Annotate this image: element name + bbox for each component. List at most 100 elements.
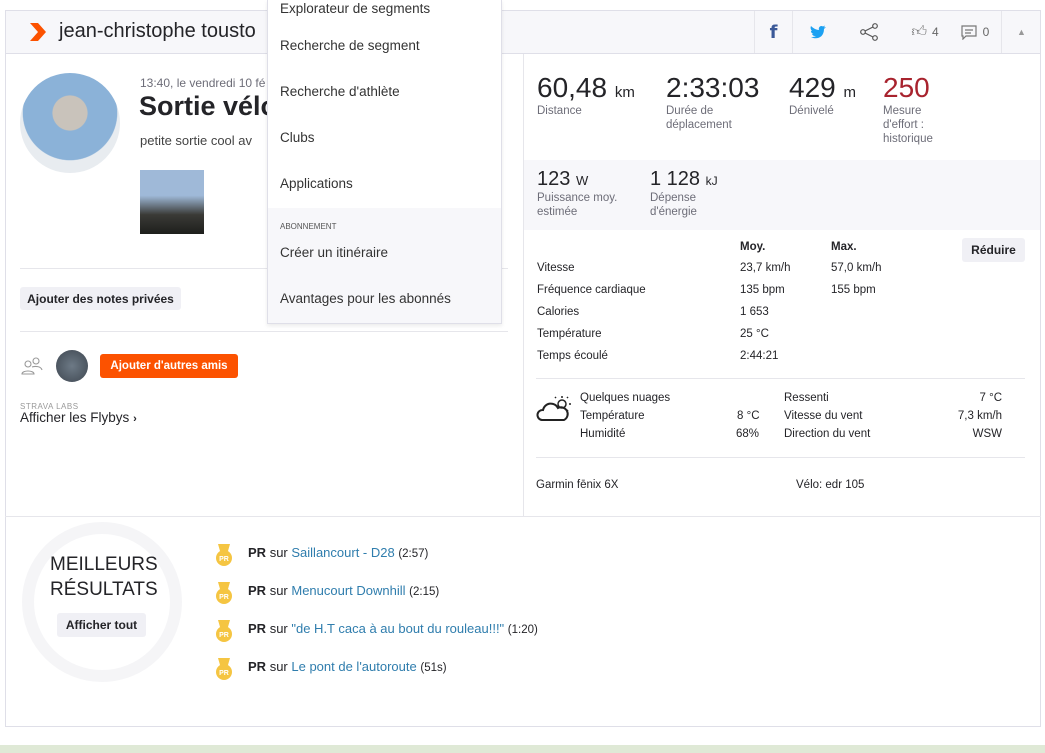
bike-name[interactable]: Vélo: edr 105 — [796, 479, 864, 491]
stat-row-avg: 135 bpm — [740, 284, 785, 296]
pr-time: (2:57) — [398, 548, 429, 560]
pr-time: (51s) — [420, 662, 447, 674]
feels-like: 7 °C — [979, 392, 1003, 404]
avg-header: Moy. — [740, 241, 766, 253]
pr-sur: sur — [269, 583, 288, 598]
stat-distance: 60,48 km Distance — [537, 72, 635, 117]
pr-label: PR — [248, 659, 267, 674]
add-friends-button[interactable]: Ajouter d'autres amis — [100, 354, 238, 378]
collapse-button[interactable]: ▲ — [1001, 11, 1041, 53]
caret-up-icon: ▲ — [1017, 27, 1026, 37]
chevron-right-icon: › — [133, 413, 137, 425]
pr-medal-icon: PR — [216, 582, 232, 604]
athlete-avatar[interactable] — [20, 73, 120, 173]
laurel-wreath — [22, 522, 182, 682]
device-name: Garmin fēnix 6X — [536, 479, 619, 491]
activity-photo[interactable] — [140, 170, 204, 234]
menu-item-segment-search[interactable]: Recherche de segment — [280, 38, 420, 54]
facebook-share-button[interactable]: f — [754, 11, 792, 53]
best-results-title: RÉSULTATS — [50, 579, 158, 600]
pr-label: PR — [248, 545, 267, 560]
show-all-button[interactable]: Afficher tout — [57, 613, 146, 637]
divider — [536, 457, 1025, 458]
twitter-icon — [810, 25, 826, 38]
max-header: Max. — [831, 241, 857, 253]
stat-elevation: 429 m Dénivelé — [789, 72, 856, 117]
wind-direction: WSW — [972, 428, 1002, 440]
segment-link[interactable]: "de H.T caca à au bout du rouleau!!!" — [291, 621, 504, 636]
segment-link[interactable]: Le pont de l'autoroute — [291, 659, 416, 674]
menu-item-athlete-search[interactable]: Recherche d'athlète — [280, 84, 400, 100]
friend-avatar[interactable] — [56, 350, 88, 382]
menu-item-applications[interactable]: Applications — [280, 176, 353, 192]
group-icon — [21, 357, 43, 375]
pr-medal-icon: PR — [216, 544, 232, 566]
comment-icon — [961, 24, 977, 40]
stat-row-label: Température — [537, 328, 602, 340]
kudos-count: 4 — [932, 25, 939, 39]
facebook-icon: f — [769, 21, 778, 43]
weather-temp-label: Température — [580, 410, 645, 422]
activity-title: Sortie vélo — [139, 91, 278, 121]
menu-item-subscriber-benefits[interactable]: Avantages pour les abonnés — [280, 291, 451, 307]
feels-like-label: Ressenti — [784, 392, 829, 404]
activity-header: jean-christophe tousto f 👍︎ 4 0 ▲ — [5, 10, 1041, 54]
menu-item-create-route[interactable]: Créer un itinéraire — [280, 245, 388, 261]
svg-text:PR: PR — [219, 632, 229, 639]
kudos-button[interactable]: 👍︎ 4 — [904, 11, 946, 53]
weather-humidity: 68% — [736, 428, 760, 440]
svg-text:PR: PR — [219, 670, 229, 677]
reduce-button[interactable]: Réduire — [962, 238, 1025, 262]
svg-text:PR: PR — [219, 556, 229, 563]
stat-row-label: Fréquence cardiaque — [537, 284, 646, 296]
pr-time: (2:15) — [409, 586, 440, 598]
share-button[interactable] — [844, 11, 894, 53]
stat-row-avg: 25 °C — [740, 328, 769, 340]
flybys-link[interactable]: Afficher les Flybys › — [20, 410, 137, 425]
activity-datetime: 13:40, le vendredi 10 fé — [140, 76, 266, 90]
stat-row-avg: 23,7 km/h — [740, 262, 791, 274]
stat-power: 123 W Puissance moy. estimée — [537, 168, 618, 218]
divider — [5, 516, 1041, 517]
divider — [536, 378, 1025, 379]
stat-row-label: Vitesse — [537, 262, 575, 274]
thumbs-up-icon: 👍︎ — [911, 23, 927, 40]
subscription-section: ABONNEMENT Créer un itinéraire Avantages… — [268, 208, 501, 323]
route-map[interactable] — [0, 745, 1045, 753]
menu-item-clubs[interactable]: Clubs — [280, 130, 315, 146]
svg-text:PR: PR — [219, 594, 229, 601]
wind-speed-label: Vitesse du vent — [784, 410, 863, 422]
wind-direction-label: Direction du vent — [784, 428, 871, 440]
share-icon — [860, 23, 878, 41]
twitter-share-button[interactable] — [792, 11, 844, 53]
pr-medal-icon: PR — [216, 620, 232, 642]
weather-temp: 8 °C — [737, 410, 760, 422]
athlete-name[interactable]: jean-christophe tousto — [59, 20, 256, 43]
pr-label: PR — [248, 583, 267, 598]
stat-moving-time: 2:33:03 Durée de déplacement — [666, 72, 760, 131]
menu-item-segment-explorer[interactable]: Explorateur de segments — [280, 1, 430, 17]
activity-description: petite sortie cool av — [140, 133, 253, 148]
subscription-label: ABONNEMENT — [280, 222, 337, 231]
pr-time: (1:20) — [507, 624, 538, 636]
stat-relative-effort[interactable]: 250 Mesure d'effort : historique — [883, 72, 953, 146]
pr-medal-icon: PR — [216, 658, 232, 680]
comments-button[interactable]: 0 — [954, 11, 996, 53]
weather-condition: Quelques nuages — [580, 392, 671, 404]
divider — [20, 331, 508, 332]
best-results-title: MEILLEURS — [50, 554, 158, 575]
segment-link[interactable]: Saillancourt - D28 — [291, 545, 394, 560]
pr-sur: sur — [269, 621, 288, 636]
wind-speed: 7,3 km/h — [957, 410, 1002, 422]
explore-dropdown-menu: Explorateur de segments Recherche de seg… — [267, 0, 502, 324]
pr-sur: sur — [269, 659, 288, 674]
stat-row-avg: 2:44:21 — [740, 350, 779, 362]
stat-row-label: Calories — [537, 306, 580, 318]
comment-count: 0 — [982, 25, 990, 39]
weather-humidity-label: Humidité — [580, 428, 626, 440]
segment-link[interactable]: Menucourt Downhill — [291, 583, 405, 598]
activity-type-icon — [30, 23, 46, 41]
add-private-notes-button[interactable]: Ajouter des notes privées — [20, 287, 181, 310]
column-divider — [523, 54, 524, 517]
pr-label: PR — [248, 621, 267, 636]
